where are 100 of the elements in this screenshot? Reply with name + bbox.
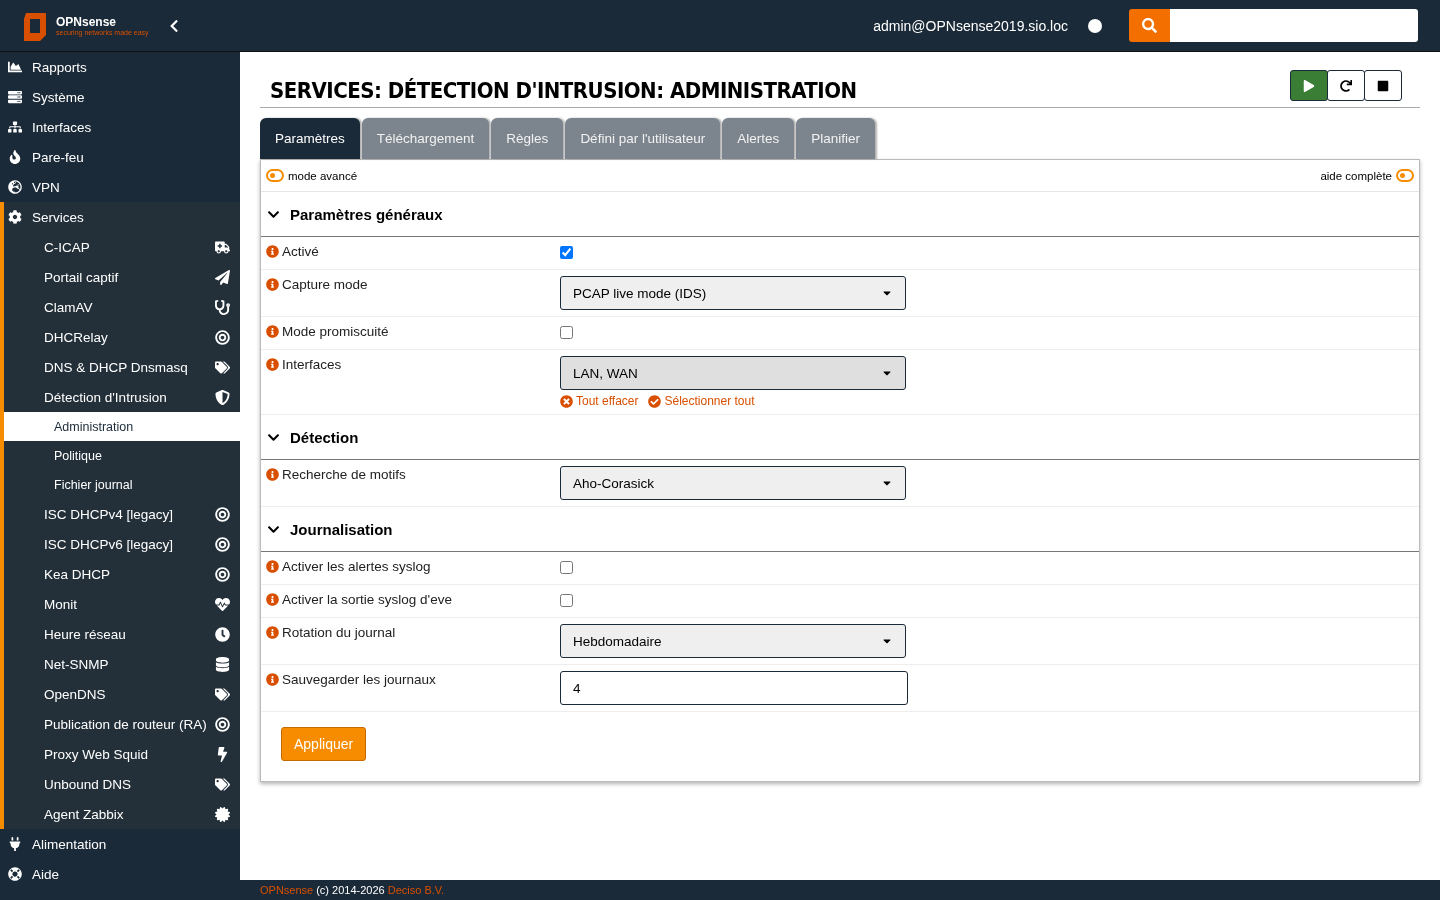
input-field[interactable]: 4 xyxy=(560,671,908,705)
sidebar-subitem[interactable]: OpenDNS xyxy=(4,679,240,709)
sidebar-subitem[interactable]: DNS & DHCP Dnsmasq xyxy=(4,352,240,382)
sidebar-subitem[interactable]: ClamAV xyxy=(4,292,240,322)
sidebar-subitem[interactable]: C-ICAP xyxy=(4,232,240,262)
field-label: Capture mode xyxy=(282,277,368,292)
field-label: Recherche de motifs xyxy=(282,467,406,482)
sidebar-subitem[interactable]: DHCRelay xyxy=(4,322,240,352)
sidebar-subitem[interactable]: Net-SNMP xyxy=(4,649,240,679)
section-header[interactable]: Paramètres généraux xyxy=(261,192,1419,237)
company-link[interactable]: Deciso B.V. xyxy=(387,884,445,896)
target-icon xyxy=(215,329,230,345)
sidebar-label: Net-SNMP xyxy=(44,656,109,672)
sidebar-label: Alimentation xyxy=(32,836,107,852)
sidebar-subitem[interactable]: Portail captif xyxy=(4,262,240,292)
field-label: Sauvegarder les journaux xyxy=(282,672,436,687)
info-icon[interactable] xyxy=(266,325,279,338)
sidebar-item[interactable]: Système xyxy=(0,82,240,112)
heartbeat-icon xyxy=(215,596,230,612)
sidebar-item[interactable]: Interfaces xyxy=(0,112,240,142)
sidebar-item[interactable]: Services xyxy=(0,202,240,232)
sidebar-label: Rapports xyxy=(32,59,87,75)
sidebar-item[interactable]: Pare-feu xyxy=(0,142,240,172)
sidebar-label: OpenDNS xyxy=(44,686,106,702)
sidebar-subitem[interactable]: Politique xyxy=(4,441,240,470)
sidebar-subitem[interactable]: Administration xyxy=(4,412,240,441)
info-icon[interactable] xyxy=(266,468,279,481)
sidebar-label: DNS & DHCP Dnsmasq xyxy=(44,359,188,375)
field-label: Rotation du journal xyxy=(282,625,396,640)
copyright-text: (c) 2014-2026 xyxy=(316,884,385,896)
advanced-mode-toggle[interactable] xyxy=(266,169,284,182)
tags-icon xyxy=(215,776,230,792)
sidebar-label: ClamAV xyxy=(44,299,93,315)
info-icon[interactable] xyxy=(266,673,279,686)
info-icon[interactable] xyxy=(266,626,279,639)
sidebar-subitem[interactable]: Publication de routeur (RA) xyxy=(4,709,240,739)
sidebar-label: Agent Zabbix xyxy=(44,806,124,822)
dropdown[interactable]: LAN, WAN xyxy=(560,356,906,390)
field-label: Mode promiscuité xyxy=(282,324,389,339)
sidebar-subitem[interactable]: Détection d'Intrusion xyxy=(4,382,240,412)
user-name[interactable]: admin@OPNsense2019.sio.loc xyxy=(873,17,1068,34)
plug-icon xyxy=(8,837,22,851)
checkbox[interactable] xyxy=(560,561,573,574)
sidebar-label: Détection d'Intrusion xyxy=(44,389,167,405)
database-icon xyxy=(215,656,230,672)
stop-button[interactable] xyxy=(1364,70,1402,101)
checkbox[interactable] xyxy=(560,594,573,607)
sidebar-item[interactable]: VPN xyxy=(0,172,240,202)
checkbox[interactable] xyxy=(560,246,573,259)
sidebar-subitem[interactable]: Kea DHCP xyxy=(4,559,240,589)
info-icon[interactable] xyxy=(266,560,279,573)
sidebar-subitem[interactable]: Monit xyxy=(4,589,240,619)
sidebar-subitem[interactable]: Unbound DNS xyxy=(4,769,240,799)
field-label: Interfaces xyxy=(282,357,342,372)
search-field[interactable] xyxy=(1170,9,1418,42)
sidebar-item[interactable]: Aide xyxy=(0,859,240,889)
reload-button[interactable] xyxy=(1327,70,1365,101)
section-header[interactable]: Journalisation xyxy=(261,507,1419,552)
sidebar-subitem[interactable]: Fichier journal xyxy=(4,470,240,499)
sidebar-label: ISC DHCPv4 [legacy] xyxy=(44,506,174,522)
sidebar-subitem[interactable]: Proxy Web Squid xyxy=(4,739,240,769)
close-icon xyxy=(560,394,573,408)
section-title: Paramètres généraux xyxy=(290,205,443,223)
play-icon xyxy=(1303,79,1315,92)
search-button[interactable] xyxy=(1129,9,1170,42)
sidebar-label: Publication de routeur (RA) xyxy=(44,716,207,732)
sidebar-item[interactable]: Rapports xyxy=(0,52,240,82)
info-icon[interactable] xyxy=(266,593,279,606)
full-help-toggle[interactable] xyxy=(1396,169,1414,182)
brand-link[interactable]: OPNsense xyxy=(260,884,314,896)
select-all-link[interactable]: Sélectionner tout xyxy=(648,394,755,408)
sidebar-label: Heure réseau xyxy=(44,626,126,642)
field-label: Activé xyxy=(282,244,319,259)
sidebar-label: Monit xyxy=(44,596,77,612)
clear-all-link[interactable]: Tout effacer xyxy=(560,394,639,408)
dropdown[interactable]: Hebdomadaire xyxy=(560,624,906,658)
dropdown[interactable]: PCAP live mode (IDS) xyxy=(560,276,906,310)
info-icon[interactable] xyxy=(266,245,279,258)
search-icon xyxy=(1142,18,1157,33)
section-header[interactable]: Détection xyxy=(261,415,1419,460)
tab[interactable]: Paramètres xyxy=(260,118,360,159)
sidebar-item[interactable]: Alimentation xyxy=(0,829,240,859)
start-button[interactable] xyxy=(1290,70,1328,101)
status-dot xyxy=(1088,18,1102,33)
stop-icon xyxy=(1377,79,1389,92)
sidebar-subitem[interactable]: Agent Zabbix xyxy=(4,799,240,829)
info-icon[interactable] xyxy=(266,278,279,291)
sidebar-subitem[interactable]: ISC DHCPv6 [legacy] xyxy=(4,529,240,559)
field-label: Activer la sortie syslog d'eve xyxy=(282,592,452,607)
sidebar-subitem[interactable]: ISC DHCPv4 [legacy] xyxy=(4,499,240,529)
sidebar-subitem[interactable]: Heure réseau xyxy=(4,619,240,649)
chart-icon xyxy=(8,60,22,74)
field-label: Activer les alertes syslog xyxy=(282,559,431,574)
info-icon[interactable] xyxy=(266,358,279,371)
toggle-label: aide complète xyxy=(1320,169,1392,182)
checkbox[interactable] xyxy=(560,326,573,339)
tags-icon xyxy=(215,359,230,375)
sidebar-label: Interfaces xyxy=(32,119,92,135)
sidebar-label: Unbound DNS xyxy=(44,776,132,792)
dropdown[interactable]: Aho-Corasick xyxy=(560,466,906,500)
